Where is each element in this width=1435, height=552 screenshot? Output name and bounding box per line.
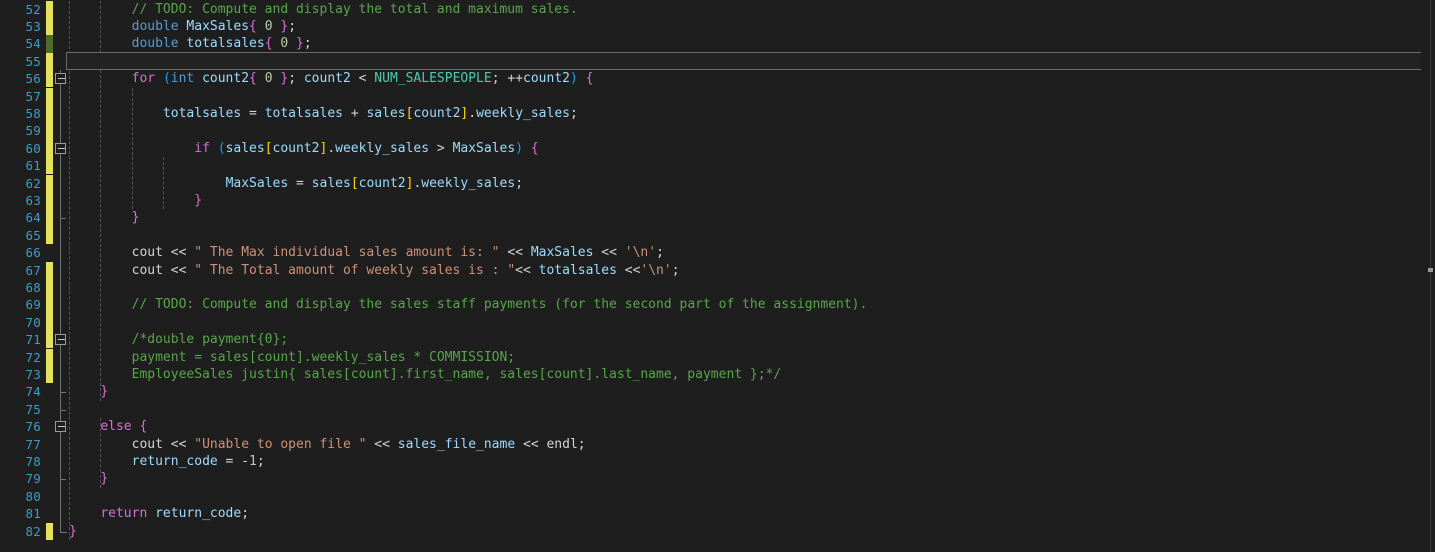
code-line[interactable]: EmployeeSales justin{ sales[count].first… — [69, 366, 782, 383]
line-number[interactable]: 66 — [0, 244, 41, 261]
change-bar-segment — [46, 209, 53, 227]
line-number[interactable]: 73 — [0, 366, 41, 383]
change-bar-segment — [46, 35, 53, 53]
code-line[interactable]: } — [69, 470, 108, 487]
code-editor[interactable]: 52 // TODO: Compute and display the tota… — [0, 0, 1435, 552]
line-number[interactable]: 60 — [0, 140, 41, 157]
current-line-highlight — [66, 52, 1430, 70]
code-line[interactable]: // TODO: Compute and display the total a… — [69, 1, 578, 18]
line-number[interactable]: 54 — [0, 35, 41, 52]
change-bar-segment — [46, 70, 53, 88]
code-line[interactable]: double MaxSales{ 0 }; — [69, 18, 296, 35]
code-line[interactable]: payment = sales[count].weekly_sales * CO… — [69, 349, 516, 366]
change-bar-segment — [46, 296, 53, 314]
line-number[interactable]: 55 — [0, 53, 41, 70]
code-line[interactable]: // TODO: Compute and display the sales s… — [69, 296, 868, 313]
change-bar-segment — [46, 348, 53, 366]
change-bar-segment — [46, 365, 53, 384]
change-bar-segment — [46, 104, 53, 123]
code-line[interactable]: double totalsales{ 0 }; — [69, 35, 312, 52]
line-number[interactable]: 79 — [0, 470, 41, 487]
code-line[interactable]: totalsales = totalsales + sales[count2].… — [69, 105, 578, 122]
line-number[interactable]: 75 — [0, 401, 41, 418]
code-line[interactable]: /*double payment{0}; — [69, 331, 289, 348]
change-bar-segment — [46, 122, 53, 140]
line-number[interactable]: 71 — [0, 331, 41, 348]
change-bar-segment — [46, 0, 53, 18]
change-bar-segment — [46, 313, 53, 332]
fold-region-tick — [60, 392, 66, 394]
code-line[interactable]: return return_code; — [69, 505, 249, 522]
change-bar-segment — [46, 278, 53, 297]
fold-collapse-icon[interactable] — [55, 142, 66, 154]
line-number[interactable]: 76 — [0, 418, 41, 435]
line-number[interactable]: 69 — [0, 296, 41, 313]
line-number[interactable]: 58 — [0, 105, 41, 122]
fold-region-line — [60, 70, 61, 533]
change-bar-segment — [46, 139, 53, 158]
code-line[interactable]: } — [69, 523, 77, 540]
line-number[interactable]: 65 — [0, 227, 41, 244]
vertical-scrollbar[interactable] — [1421, 0, 1435, 552]
code-line[interactable]: } — [69, 192, 202, 209]
code-line[interactable]: else { — [69, 418, 147, 435]
change-bar-segment — [46, 191, 53, 210]
scrollbar-track — [1430, 0, 1431, 552]
fold-region-tick — [60, 479, 66, 481]
change-bar-segment — [46, 226, 53, 245]
code-line[interactable]: if (sales[count2].weekly_sales > MaxSale… — [69, 140, 538, 157]
change-bar-segment — [46, 261, 53, 279]
line-number[interactable]: 59 — [0, 122, 41, 139]
change-bar-segment — [46, 157, 53, 175]
line-number[interactable]: 78 — [0, 453, 41, 470]
code-line[interactable]: cout << " The Total amount of weekly sal… — [69, 262, 680, 279]
line-number[interactable]: 64 — [0, 209, 41, 226]
change-bar-segment — [46, 52, 53, 71]
line-number[interactable]: 70 — [0, 314, 41, 331]
line-number[interactable]: 56 — [0, 70, 41, 87]
fold-region-end — [60, 525, 67, 533]
fold-region-tick — [60, 409, 66, 411]
line-number[interactable]: 77 — [0, 436, 41, 453]
code-line[interactable]: return_code = -1; — [69, 453, 265, 470]
code-line[interactable]: } — [69, 383, 108, 400]
line-number[interactable]: 53 — [0, 18, 41, 35]
line-number[interactable]: 57 — [0, 88, 41, 105]
code-line[interactable]: cout << "Unable to open file " << sales_… — [69, 436, 586, 453]
code-line[interactable]: cout << " The Max individual sales amoun… — [69, 244, 664, 261]
line-number[interactable]: 80 — [0, 488, 41, 505]
code-line[interactable]: for (int count2{ 0 }; count2 < NUM_SALES… — [69, 70, 594, 87]
line-number[interactable]: 82 — [0, 523, 41, 540]
line-number[interactable]: 81 — [0, 505, 41, 522]
line-number[interactable]: 67 — [0, 262, 41, 279]
fold-collapse-icon[interactable] — [55, 421, 66, 433]
line-number[interactable]: 63 — [0, 192, 41, 209]
line-number[interactable]: 52 — [0, 1, 41, 18]
line-number[interactable]: 74 — [0, 383, 41, 400]
fold-collapse-icon[interactable] — [55, 73, 66, 85]
line-number[interactable]: 68 — [0, 279, 41, 296]
change-bar-segment — [46, 17, 53, 36]
change-bar-segment — [46, 87, 53, 105]
change-bar-segment — [46, 174, 53, 192]
change-bar-segment — [46, 331, 53, 349]
code-line[interactable]: MaxSales = sales[count2].weekly_sales; — [69, 175, 523, 192]
scrollbar-overview-mark — [1428, 268, 1433, 272]
code-line[interactable]: } — [69, 209, 140, 226]
line-number[interactable]: 72 — [0, 349, 41, 366]
fold-region-tick — [60, 218, 66, 220]
change-bar-segment — [46, 522, 53, 540]
line-number[interactable]: 61 — [0, 157, 41, 174]
fold-collapse-icon[interactable] — [55, 334, 66, 346]
line-number[interactable]: 62 — [0, 175, 41, 192]
